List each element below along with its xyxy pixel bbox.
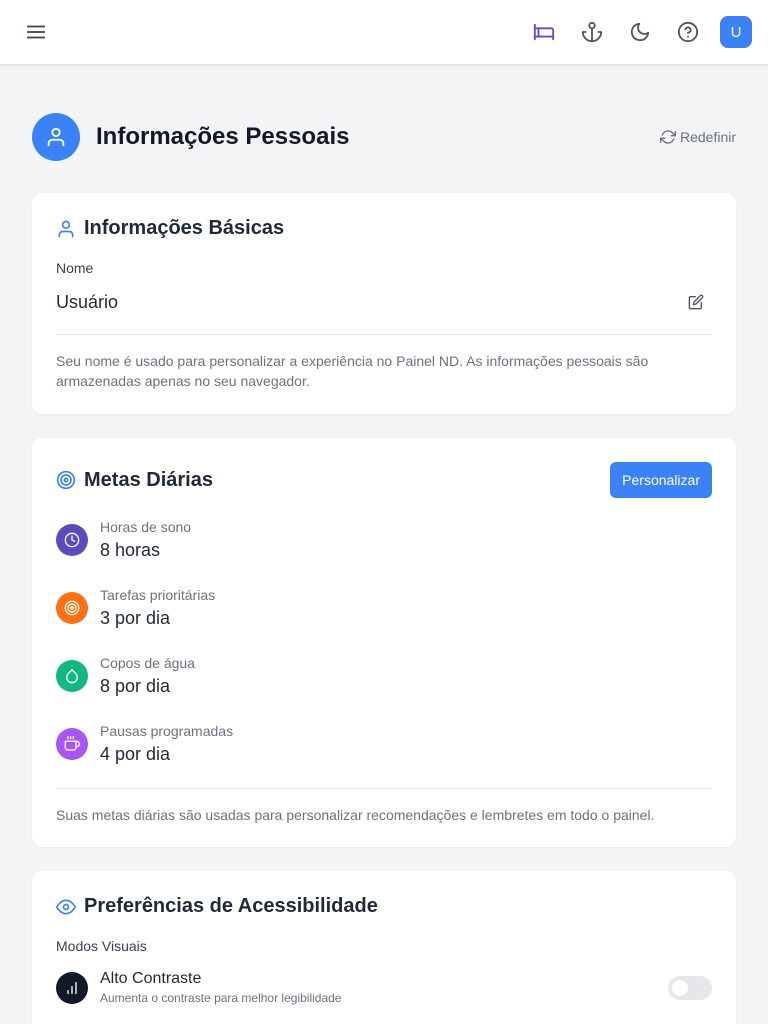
reset-button[interactable]: Redefinir xyxy=(659,129,736,145)
help-icon xyxy=(677,21,699,43)
top-bar: U xyxy=(0,0,768,64)
bar-chart-icon xyxy=(67,981,77,994)
goals-list: Horas de sono 8 horas Tarefas prioritári… xyxy=(56,516,712,768)
goal-text: Copos de água 8 por dia xyxy=(100,655,195,697)
accessibility-title-text: Preferências de Acessibilidade xyxy=(84,895,378,917)
goal-item-breaks: Pausas programadas 4 por dia xyxy=(56,720,712,768)
help-button[interactable] xyxy=(672,16,704,48)
name-value: Usuário xyxy=(56,291,119,312)
basic-info-title: Informações Básicas xyxy=(56,217,712,240)
goal-value: 3 por dia xyxy=(100,608,171,628)
basic-info-card: Informações Básicas Nome Usuário Seu nom… xyxy=(32,193,736,414)
daily-goals-card: Metas Diárias Personalizar Horas de sono… xyxy=(32,438,736,847)
basic-info-title-text: Informações Básicas xyxy=(84,217,285,239)
name-label: Nome xyxy=(56,260,94,276)
high-contrast-row: Alto Contraste Aumenta o contraste para … xyxy=(56,970,712,1005)
customize-button[interactable]: Personalizar xyxy=(610,462,712,498)
profile-badge xyxy=(32,113,80,161)
daily-goals-title-text: Metas Diárias xyxy=(84,468,213,491)
daily-goals-help: Suas metas diárias são usadas para perso… xyxy=(56,807,655,823)
goal-icon-badge xyxy=(56,660,88,692)
high-contrast-toggle[interactable] xyxy=(668,975,712,1000)
dark-mode-button[interactable] xyxy=(624,16,656,48)
goal-text: Tarefas prioritárias 3 por dia xyxy=(100,587,215,629)
basic-info-help: Seu nome é usado para personalizar a exp… xyxy=(56,353,649,389)
divider xyxy=(56,334,712,335)
daily-goals-title: Metas Diárias xyxy=(56,469,213,492)
accessibility-card: Preferências de Acessibilidade Modos Vis… xyxy=(32,871,736,1024)
goal-value: 8 horas xyxy=(100,540,161,560)
target-icon xyxy=(64,600,80,616)
anchor-icon xyxy=(581,21,603,43)
goal-label: Pausas programadas xyxy=(100,723,234,739)
goal-icon-badge xyxy=(56,524,88,556)
goal-value: 8 por dia xyxy=(100,676,171,696)
eye-icon xyxy=(56,899,76,914)
menu-icon xyxy=(26,25,46,39)
target-icon xyxy=(56,470,76,490)
moon-icon xyxy=(630,22,650,42)
goal-value: 4 por dia xyxy=(100,744,171,764)
page-title: Informações Pessoais xyxy=(96,123,350,150)
sleep-button[interactable] xyxy=(528,16,560,48)
edit-icon xyxy=(688,294,704,310)
name-row: Usuário xyxy=(56,286,712,318)
visual-modes-label: Modos Visuais xyxy=(56,938,147,954)
droplet-icon xyxy=(66,669,78,684)
accessibility-title: Preferências de Acessibilidade xyxy=(56,895,712,918)
goal-label: Horas de sono xyxy=(100,519,192,535)
goal-text: Pausas programadas 4 por dia xyxy=(100,723,233,765)
high-contrast-description: Aumenta o contraste para melhor legibili… xyxy=(100,991,342,1005)
high-contrast-info: Alto Contraste Aumenta o contraste para … xyxy=(56,970,341,1005)
goal-icon-badge xyxy=(56,592,88,624)
user-icon xyxy=(58,220,74,237)
bed-icon xyxy=(533,23,555,41)
topbar-actions: U xyxy=(528,16,752,48)
user-icon xyxy=(47,127,65,147)
user-avatar[interactable]: U xyxy=(720,16,752,48)
toggle-knob xyxy=(672,979,688,996)
coffee-icon xyxy=(64,736,80,751)
daily-goals-header: Metas Diárias Personalizar xyxy=(56,462,712,498)
divider xyxy=(56,788,712,789)
menu-button[interactable] xyxy=(20,16,52,48)
edit-name-button[interactable] xyxy=(680,286,712,318)
clock-icon xyxy=(64,532,80,548)
goal-label: Tarefas prioritárias xyxy=(100,587,216,603)
goal-label: Copos de água xyxy=(100,655,195,671)
goal-item-water: Copos de água 8 por dia xyxy=(56,652,712,700)
page-header-left: Informações Pessoais xyxy=(32,113,349,161)
goal-item-sleep: Horas de sono 8 horas xyxy=(56,516,712,564)
high-contrast-title: Alto Contraste xyxy=(100,970,202,987)
contrast-icon-badge xyxy=(56,971,88,1004)
page-header: Informações Pessoais Redefinir xyxy=(32,113,736,161)
goal-icon-badge xyxy=(56,728,88,760)
high-contrast-text: Alto Contraste Aumenta o contraste para … xyxy=(100,970,341,1005)
reset-label: Redefinir xyxy=(679,129,736,145)
goal-text: Horas de sono 8 horas xyxy=(100,519,191,561)
anchor-button[interactable] xyxy=(576,16,608,48)
goal-item-tasks: Tarefas prioritárias 3 por dia xyxy=(56,584,712,632)
refresh-icon xyxy=(659,130,676,144)
